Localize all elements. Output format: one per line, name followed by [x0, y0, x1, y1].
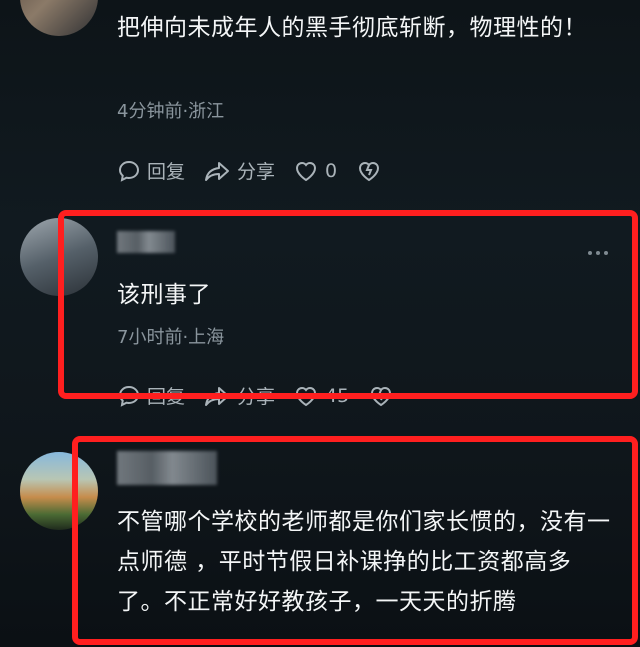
highlight-box: [72, 436, 638, 645]
highlight-box: [58, 210, 638, 399]
